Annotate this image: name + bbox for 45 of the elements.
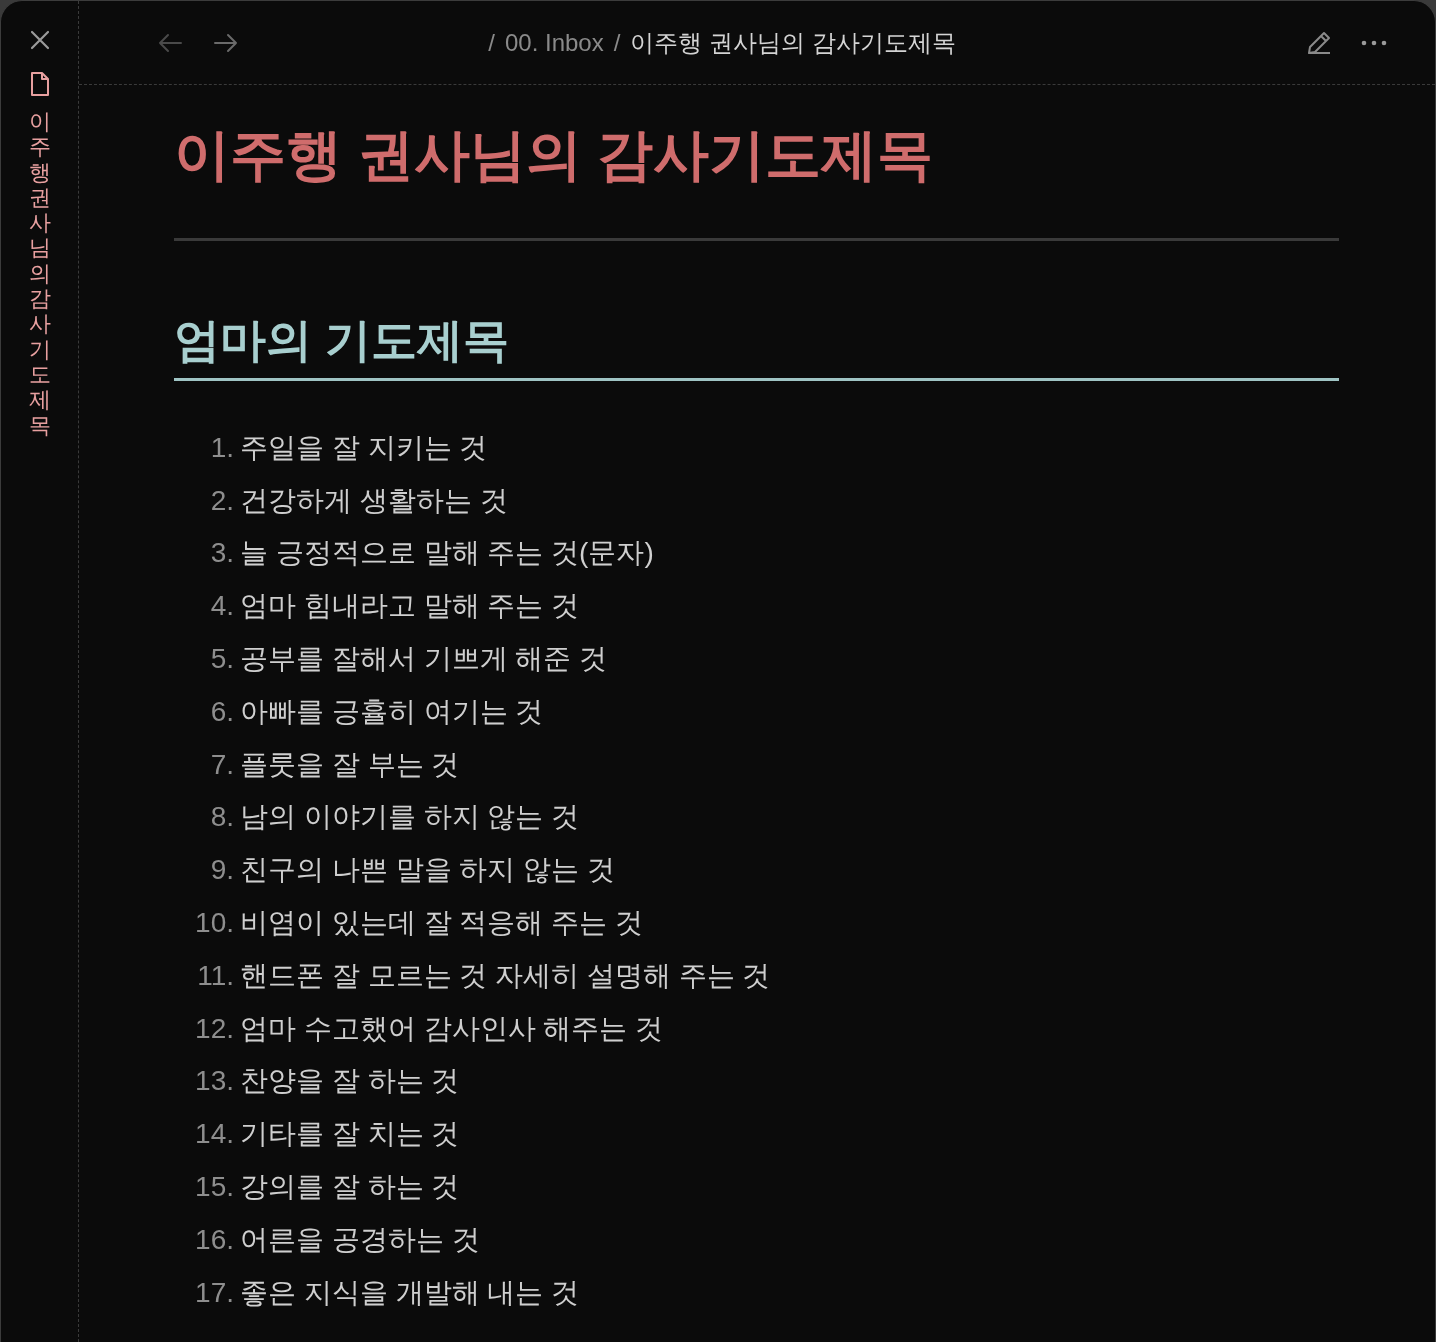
list-item-text: 엄마 수고했어 감사인사 해주는 것 [240, 1011, 664, 1046]
list-item-text: 찬양을 잘 하는 것 [240, 1064, 460, 1099]
close-icon[interactable] [28, 29, 51, 51]
list-number: 8. [209, 800, 235, 835]
list-item-text: 친구의 나쁜 말을 하지 않는 것 [240, 853, 615, 888]
list-number: 14. [194, 1117, 235, 1152]
list-number: 5. [209, 641, 235, 676]
list-number: 12. [194, 1011, 235, 1046]
document-title: 이주행 권사님의 감사기도제목 [174, 122, 935, 188]
list-number: 9. [209, 853, 235, 888]
list-number: 7. [209, 747, 235, 782]
breadcrumb-separator: / [613, 27, 621, 58]
list-number: 16. [194, 1222, 235, 1257]
vertical-title: 이주행 권사님의 감사기도제목 [28, 109, 51, 438]
breadcrumb-link[interactable]: 00. Inbox [504, 24, 604, 61]
list-number: 15. [194, 1169, 235, 1204]
list-number: 1. [209, 430, 235, 465]
list-number: 3. [209, 536, 235, 571]
list-number: 11. [196, 958, 235, 993]
list-item-text: 아빠를 긍휼히 여기는 것 [240, 694, 544, 729]
list-item-text: 늘 긍정적으로 말해 주는 것(문자) [240, 536, 654, 571]
section-heading: 엄마의 기도제목 [174, 313, 510, 369]
list-item-text: 강의를 잘 하는 것 [240, 1169, 460, 1204]
list-number: 13. [194, 1064, 235, 1099]
file-icon[interactable] [28, 71, 51, 97]
breadcrumb-current[interactable]: 이주행 권사님의 감사기도제목 [630, 24, 956, 61]
list-item-text: 주일을 잘 지키는 것 [240, 430, 488, 465]
list-item-text: 공부를 잘해서 기쁘게 해준 것 [240, 641, 608, 676]
list-item-text: 건강하게 생활하는 것 [240, 483, 508, 518]
list-number: 10. [194, 905, 235, 940]
list-item-text: 플룻을 잘 부는 것 [240, 747, 460, 782]
list-item-text: 남의 이야기를 하지 않는 것 [240, 800, 580, 835]
list-number: 17. [194, 1275, 235, 1310]
more-icon[interactable] [1361, 38, 1387, 47]
breadcrumb-separator: / [488, 27, 495, 58]
list-item-text: 핸드폰 잘 모르는 것 자세히 설명해 주는 것 [240, 958, 771, 993]
list-item-text: 비염이 있는데 잘 적응해 주는 것 [240, 905, 643, 940]
list-item-text: 어른을 공경하는 것 [240, 1222, 480, 1257]
list-number: 2. [209, 483, 235, 518]
list-item-text: 엄마 힘내라고 말해 주는 것 [240, 589, 580, 624]
list-item-text: 좋은 지식을 개발해 내는 것 [240, 1275, 580, 1310]
list-number: 4. [209, 589, 235, 624]
list-item-text: 기타를 잘 치는 것 [240, 1117, 460, 1152]
forward-arrow-icon[interactable] [213, 31, 239, 54]
list-number: 6. [209, 694, 235, 729]
